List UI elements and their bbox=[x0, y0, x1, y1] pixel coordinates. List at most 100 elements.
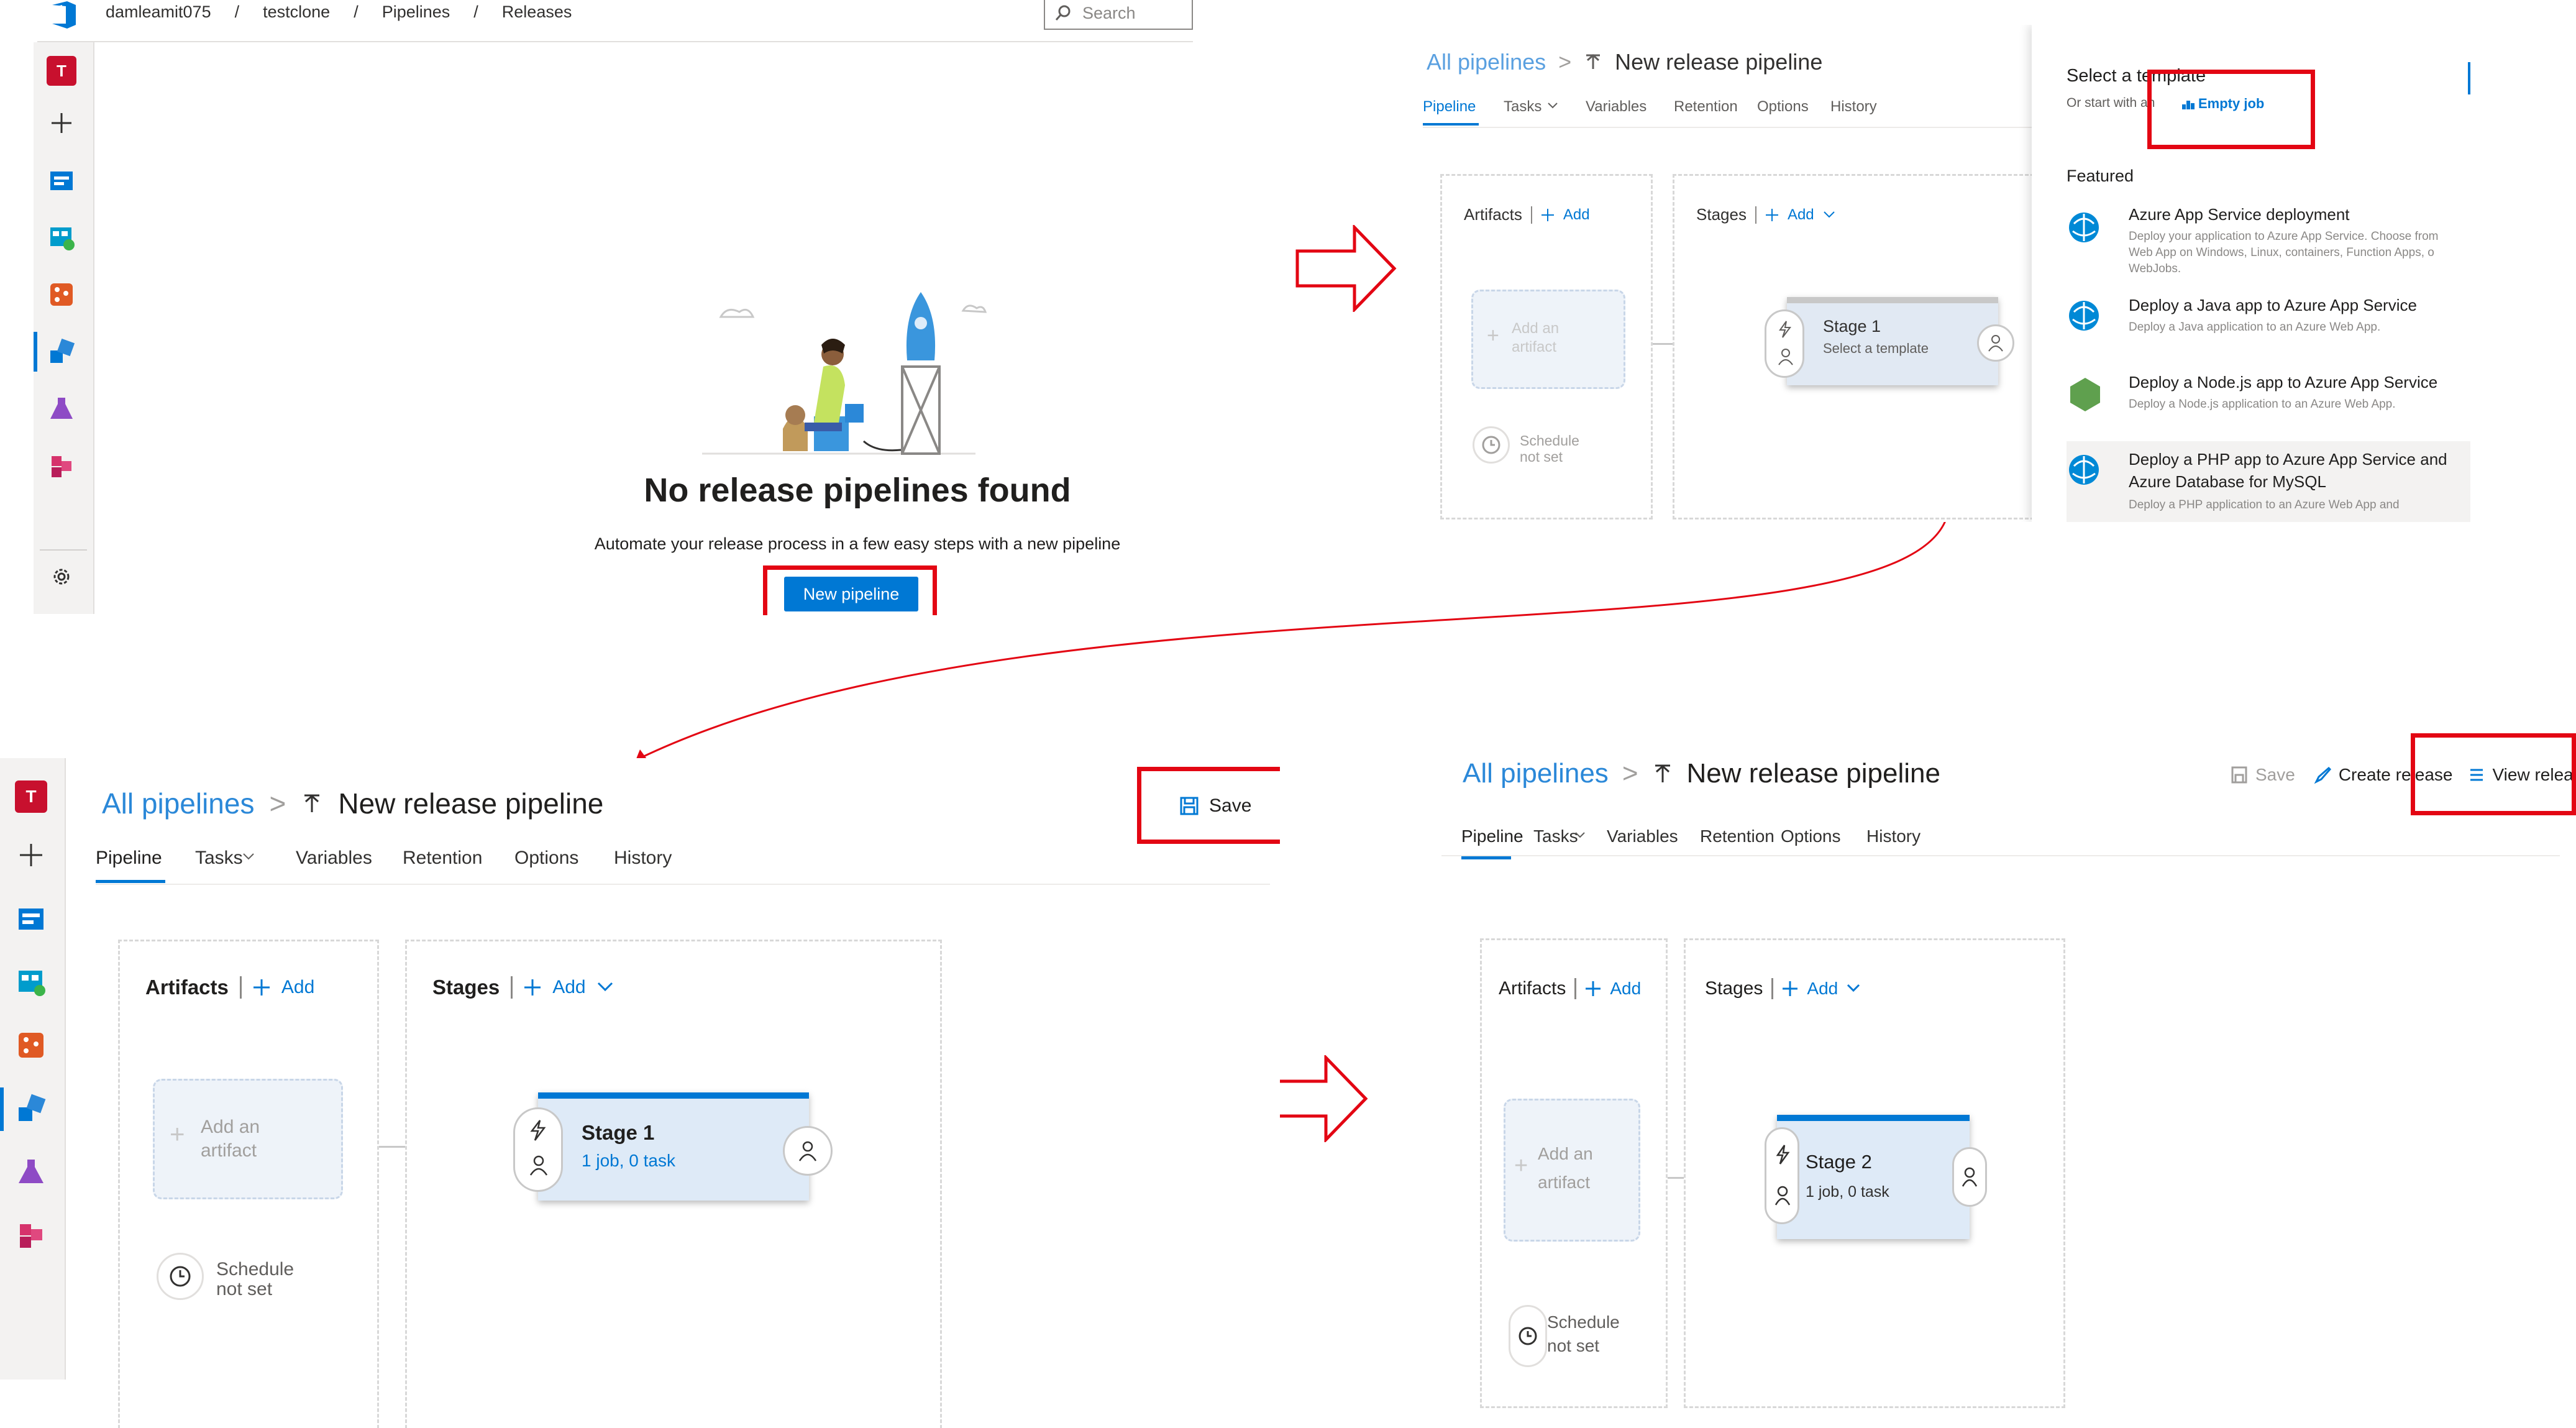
all-pipelines-link[interactable]: All pipelines bbox=[1427, 49, 1546, 75]
schedule-clock-icon[interactable] bbox=[1473, 426, 1510, 464]
tab-tasks[interactable]: Tasks bbox=[1533, 826, 1578, 846]
plus-icon[interactable] bbox=[1765, 208, 1779, 222]
repos-icon[interactable] bbox=[15, 1029, 47, 1061]
tab-tasks[interactable]: Tasks bbox=[195, 848, 243, 869]
template-item-selected[interactable]: Deploy a PHP app to Azure App Service an… bbox=[2067, 441, 2470, 522]
overview-icon[interactable] bbox=[47, 165, 76, 195]
chevron-down-icon[interactable] bbox=[1823, 211, 1835, 219]
template-item[interactable]: Deploy a Node.js app to Azure App Servic… bbox=[2067, 373, 2470, 435]
project-avatar[interactable]: T bbox=[47, 56, 76, 86]
artifacts-header: Artifacts Add bbox=[1499, 978, 1641, 999]
post-deployment-approvals[interactable] bbox=[1952, 1147, 1987, 1207]
stage-card[interactable]: Stage 1 Select a template bbox=[1787, 297, 1998, 385]
add-artifact-line2: artifact bbox=[1512, 339, 1557, 355]
boards-icon[interactable] bbox=[47, 222, 76, 252]
test-plans-icon[interactable] bbox=[15, 1156, 47, 1188]
tab-options[interactable]: Options bbox=[514, 848, 578, 869]
artifacts-icon[interactable] bbox=[47, 451, 76, 481]
tab-options[interactable]: Options bbox=[1757, 98, 1809, 116]
tab-pipeline[interactable]: Pipeline bbox=[1461, 826, 1523, 846]
pre-deployment-conditions[interactable] bbox=[513, 1107, 563, 1192]
overview-icon[interactable] bbox=[15, 902, 47, 935]
schedule-clock-icon[interactable] bbox=[1509, 1305, 1547, 1367]
save-button-disabled[interactable]: Save bbox=[2255, 765, 2295, 785]
settings-gear-icon[interactable] bbox=[47, 562, 76, 592]
plus-icon[interactable] bbox=[1782, 981, 1798, 997]
tab-options[interactable]: Options bbox=[1781, 826, 1841, 846]
stage-subtitle[interactable]: 1 job, 0 task bbox=[582, 1151, 675, 1171]
highlight-empty-job bbox=[2147, 70, 2315, 149]
add-artifact-placeholder[interactable]: + Add an artifact bbox=[1471, 290, 1625, 389]
header-divider bbox=[37, 41, 1193, 42]
artifacts-icon[interactable] bbox=[15, 1219, 47, 1252]
template-item[interactable]: Deploy a Java app to Azure App Service D… bbox=[2067, 296, 2470, 358]
tab-variables[interactable]: Variables bbox=[1607, 826, 1678, 846]
plus-icon[interactable] bbox=[1541, 208, 1555, 222]
active-tab-underline bbox=[1461, 856, 1511, 859]
flyout-scrollbar[interactable] bbox=[2468, 62, 2470, 94]
tab-retention[interactable]: Retention bbox=[1700, 826, 1774, 846]
tab-divider bbox=[1441, 855, 2560, 856]
tab-history[interactable]: History bbox=[1830, 98, 1877, 116]
add-artifact-link[interactable]: Add bbox=[281, 977, 314, 998]
pipelines-icon[interactable] bbox=[15, 1092, 47, 1125]
chevron-down-icon[interactable] bbox=[597, 982, 613, 993]
project-avatar[interactable]: T bbox=[15, 780, 47, 813]
stage-subtitle[interactable]: 1 job, 0 task bbox=[1806, 1183, 1889, 1201]
breadcrumb-separator: / bbox=[473, 2, 478, 21]
lightning-icon bbox=[1776, 320, 1794, 339]
save-disk-icon bbox=[2231, 766, 2248, 784]
header-row: All pipelines > New release pipeline bbox=[1463, 752, 1940, 795]
chevron-down-icon bbox=[1574, 831, 1586, 839]
pre-deployment-conditions[interactable] bbox=[1765, 1127, 1799, 1224]
plus-icon[interactable] bbox=[1585, 981, 1601, 997]
plus-icon[interactable] bbox=[253, 979, 270, 996]
pipelines-icon[interactable] bbox=[47, 337, 76, 367]
breadcrumb: damleamit075 / testclone / Pipelines / R… bbox=[106, 2, 572, 27]
search-box[interactable]: Search bbox=[1044, 0, 1193, 30]
add-icon[interactable] bbox=[47, 108, 76, 138]
add-artifact-link[interactable]: Add bbox=[1610, 979, 1641, 999]
all-pipelines-link[interactable]: All pipelines bbox=[1463, 758, 1609, 789]
plus-icon[interactable] bbox=[524, 979, 541, 996]
post-deployment-approvals[interactable] bbox=[1977, 324, 2014, 362]
add-artifact-placeholder[interactable]: + Add an artifact bbox=[1504, 1099, 1640, 1242]
pre-deployment-conditions[interactable] bbox=[1765, 309, 1804, 378]
template-item[interactable]: Azure App Service deployment Deploy your… bbox=[2067, 205, 2470, 286]
active-nav-indicator bbox=[34, 332, 37, 372]
add-icon[interactable] bbox=[15, 839, 47, 871]
tab-pipeline[interactable]: Pipeline bbox=[96, 848, 162, 869]
tab-retention[interactable]: Retention bbox=[403, 848, 482, 869]
tab-retention[interactable]: Retention bbox=[1674, 98, 1738, 116]
template-desc: Deploy a Java application to an Azure We… bbox=[2129, 321, 2381, 334]
tab-history[interactable]: History bbox=[1866, 826, 1921, 846]
add-artifact-link[interactable]: Add bbox=[1563, 206, 1590, 224]
add-stage-link[interactable]: Add bbox=[1788, 206, 1814, 224]
all-pipelines-link[interactable]: All pipelines bbox=[102, 787, 254, 820]
azure-devops-logo-icon[interactable] bbox=[48, 1, 80, 29]
breadcrumb-project[interactable]: testclone bbox=[263, 2, 330, 27]
tab-history[interactable]: History bbox=[614, 848, 672, 869]
tab-tasks[interactable]: Tasks bbox=[1504, 98, 1541, 116]
boards-icon[interactable] bbox=[15, 966, 47, 998]
stage-card[interactable]: Stage 1 1 job, 0 task bbox=[538, 1092, 809, 1201]
breadcrumb-org[interactable]: damleamit075 bbox=[106, 2, 211, 27]
empty-state-subtext: Automate your release process in a few e… bbox=[594, 534, 1121, 553]
post-deployment-approvals[interactable] bbox=[783, 1126, 833, 1176]
tab-pipeline[interactable]: Pipeline bbox=[1423, 98, 1476, 116]
template-desc: Deploy a PHP application to an Azure Web… bbox=[2129, 498, 2400, 511]
test-plans-icon[interactable] bbox=[47, 394, 76, 424]
schedule-line2: not set bbox=[1547, 1336, 1600, 1355]
breadcrumb-releases[interactable]: Releases bbox=[502, 2, 572, 27]
repos-icon[interactable] bbox=[47, 280, 76, 309]
tab-variables[interactable]: Variables bbox=[296, 848, 372, 869]
add-stage-link[interactable]: Add bbox=[1807, 979, 1838, 999]
tab-variables[interactable]: Variables bbox=[1586, 98, 1647, 116]
add-artifact-placeholder[interactable]: + Add an artifact bbox=[153, 1079, 343, 1199]
schedule-clock-icon[interactable] bbox=[157, 1253, 204, 1300]
breadcrumb-pipelines[interactable]: Pipelines bbox=[382, 2, 450, 27]
arrow-right-icon bbox=[1266, 1055, 1369, 1142]
add-stage-link[interactable]: Add bbox=[552, 977, 585, 998]
chevron-down-icon[interactable] bbox=[1847, 984, 1860, 994]
stage-card[interactable]: Stage 2 1 job, 0 task bbox=[1777, 1115, 1970, 1239]
